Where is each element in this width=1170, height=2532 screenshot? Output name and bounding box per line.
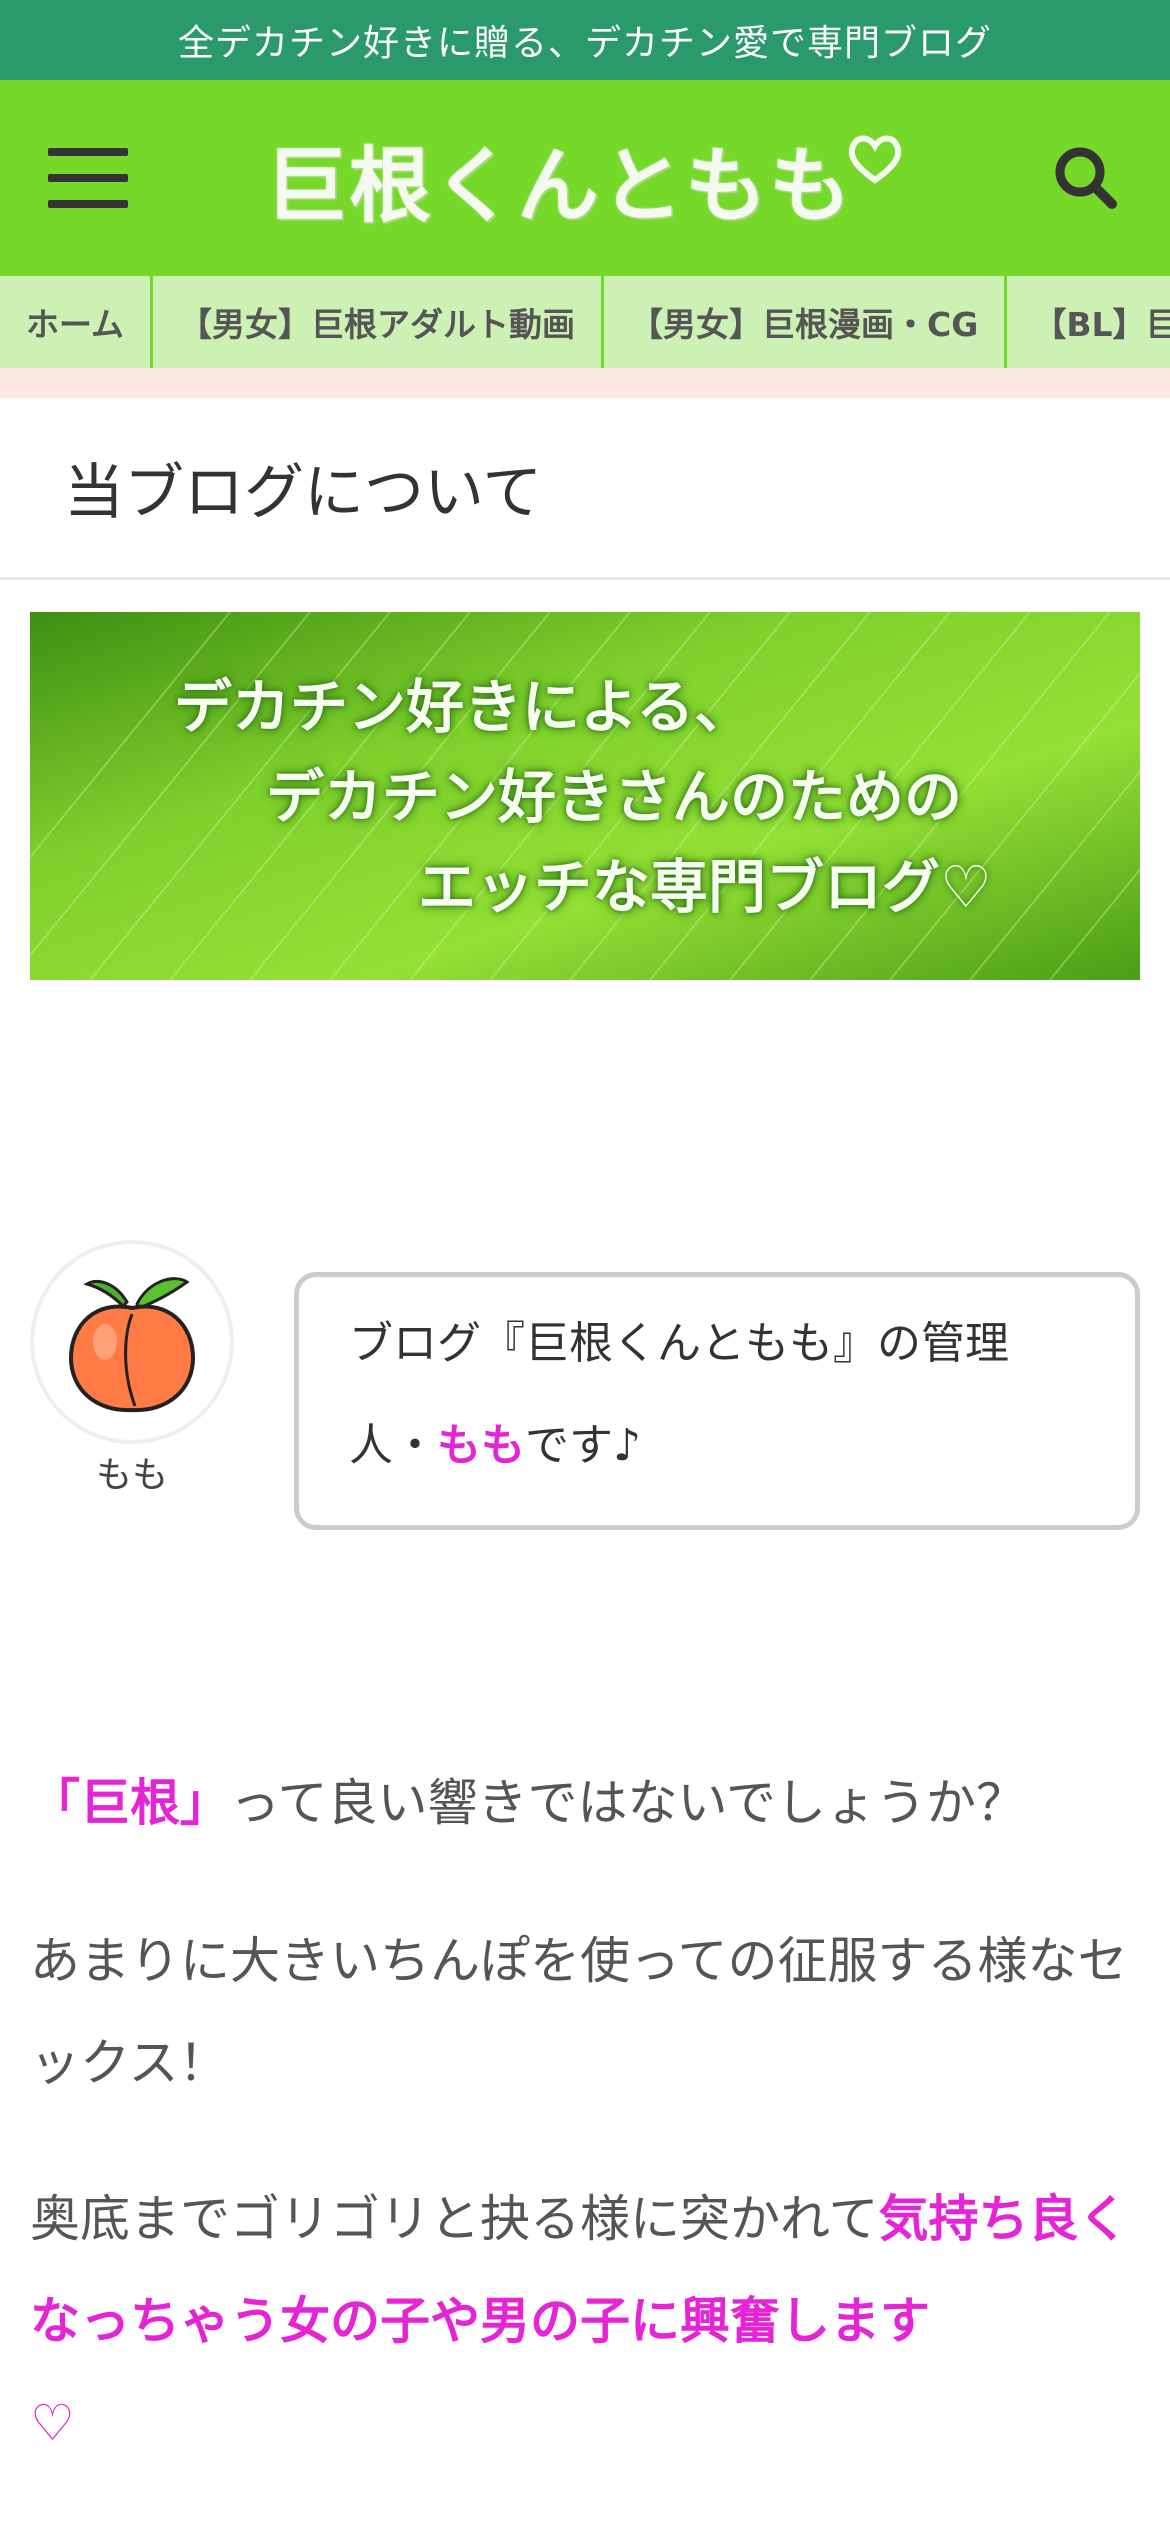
nav-item-adult-videos[interactable]: 【男女】巨根アダルト動画 — [153, 276, 605, 368]
site-logo: 巨根くんともも — [264, 138, 853, 234]
avatar — [30, 1240, 234, 1444]
nav-item-home[interactable]: ホーム — [0, 276, 154, 368]
top-tagline-bar: 全デカチン好きに贈る、デカチン愛で専門ブログ — [0, 0, 1170, 80]
banner-line-3: エッチな専門ブログ♡ — [418, 853, 992, 921]
paragraph-3: 奥底までゴリゴリと抉る様に突かれて気持ち良くなっちゃう女の子や男の子に興奮します… — [30, 2190, 1129, 2452]
search-icon[interactable] — [1044, 136, 1128, 220]
hero-banner: デカチン好きによる、 デカチン好きさんのための エッチな専門ブログ♡ — [30, 612, 1140, 980]
speech-bubble: ブログ『巨根くんともも』の管理 人・ももです♪ — [294, 1272, 1140, 1530]
site-logo-link[interactable]: 巨根くんともも — [265, 119, 905, 238]
page-title-box: 当ブログについて — [0, 398, 1170, 580]
speech-line-1: ブログ『巨根くんともも』の管理 — [349, 1318, 1009, 1369]
speech-highlight-name: もも — [437, 1420, 525, 1471]
site-header: 巨根くんともも — [0, 80, 1170, 276]
paragraph-2: あまりに大きいちんぽを使っての征服する様なセックス！ — [30, 1932, 1128, 2092]
nav-item-bl[interactable]: 【BL】巨根 — [1007, 276, 1170, 368]
avatar-name: もも — [95, 1455, 168, 1496]
peach-icon — [68, 1277, 196, 1413]
heart-icon — [848, 135, 902, 184]
speech-balloon: もも ブログ『巨根くんともも』の管理 人・ももです♪ — [30, 1240, 1140, 1540]
global-nav: ホーム 【男女】巨根アダルト動画 【男女】巨根漫画・CG 【BL】巨根 — [0, 276, 1170, 368]
nav-item-manga-cg[interactable]: 【男女】巨根漫画・CG — [604, 276, 1008, 368]
paragraph-1-highlight: 「巨根」 — [30, 1774, 230, 1832]
speech-line-2: 人・ももです♪ — [349, 1420, 642, 1471]
hamburger-menu-icon[interactable] — [48, 140, 128, 216]
paragraph-3-heart: ♡ — [30, 2394, 75, 2452]
header-divider — [0, 368, 1170, 398]
paragraph-1: 「巨根」って良い響きではないでしょうか？ — [30, 1774, 1026, 1832]
banner-line-1: デカチン好きによる、 — [174, 673, 753, 741]
page-title: 当ブログについて — [64, 458, 543, 528]
banner-line-2: デカチン好きさんのための — [266, 763, 963, 831]
site-tagline: 全デカチン好きに贈る、デカチン愛で専門ブログ — [177, 23, 992, 64]
